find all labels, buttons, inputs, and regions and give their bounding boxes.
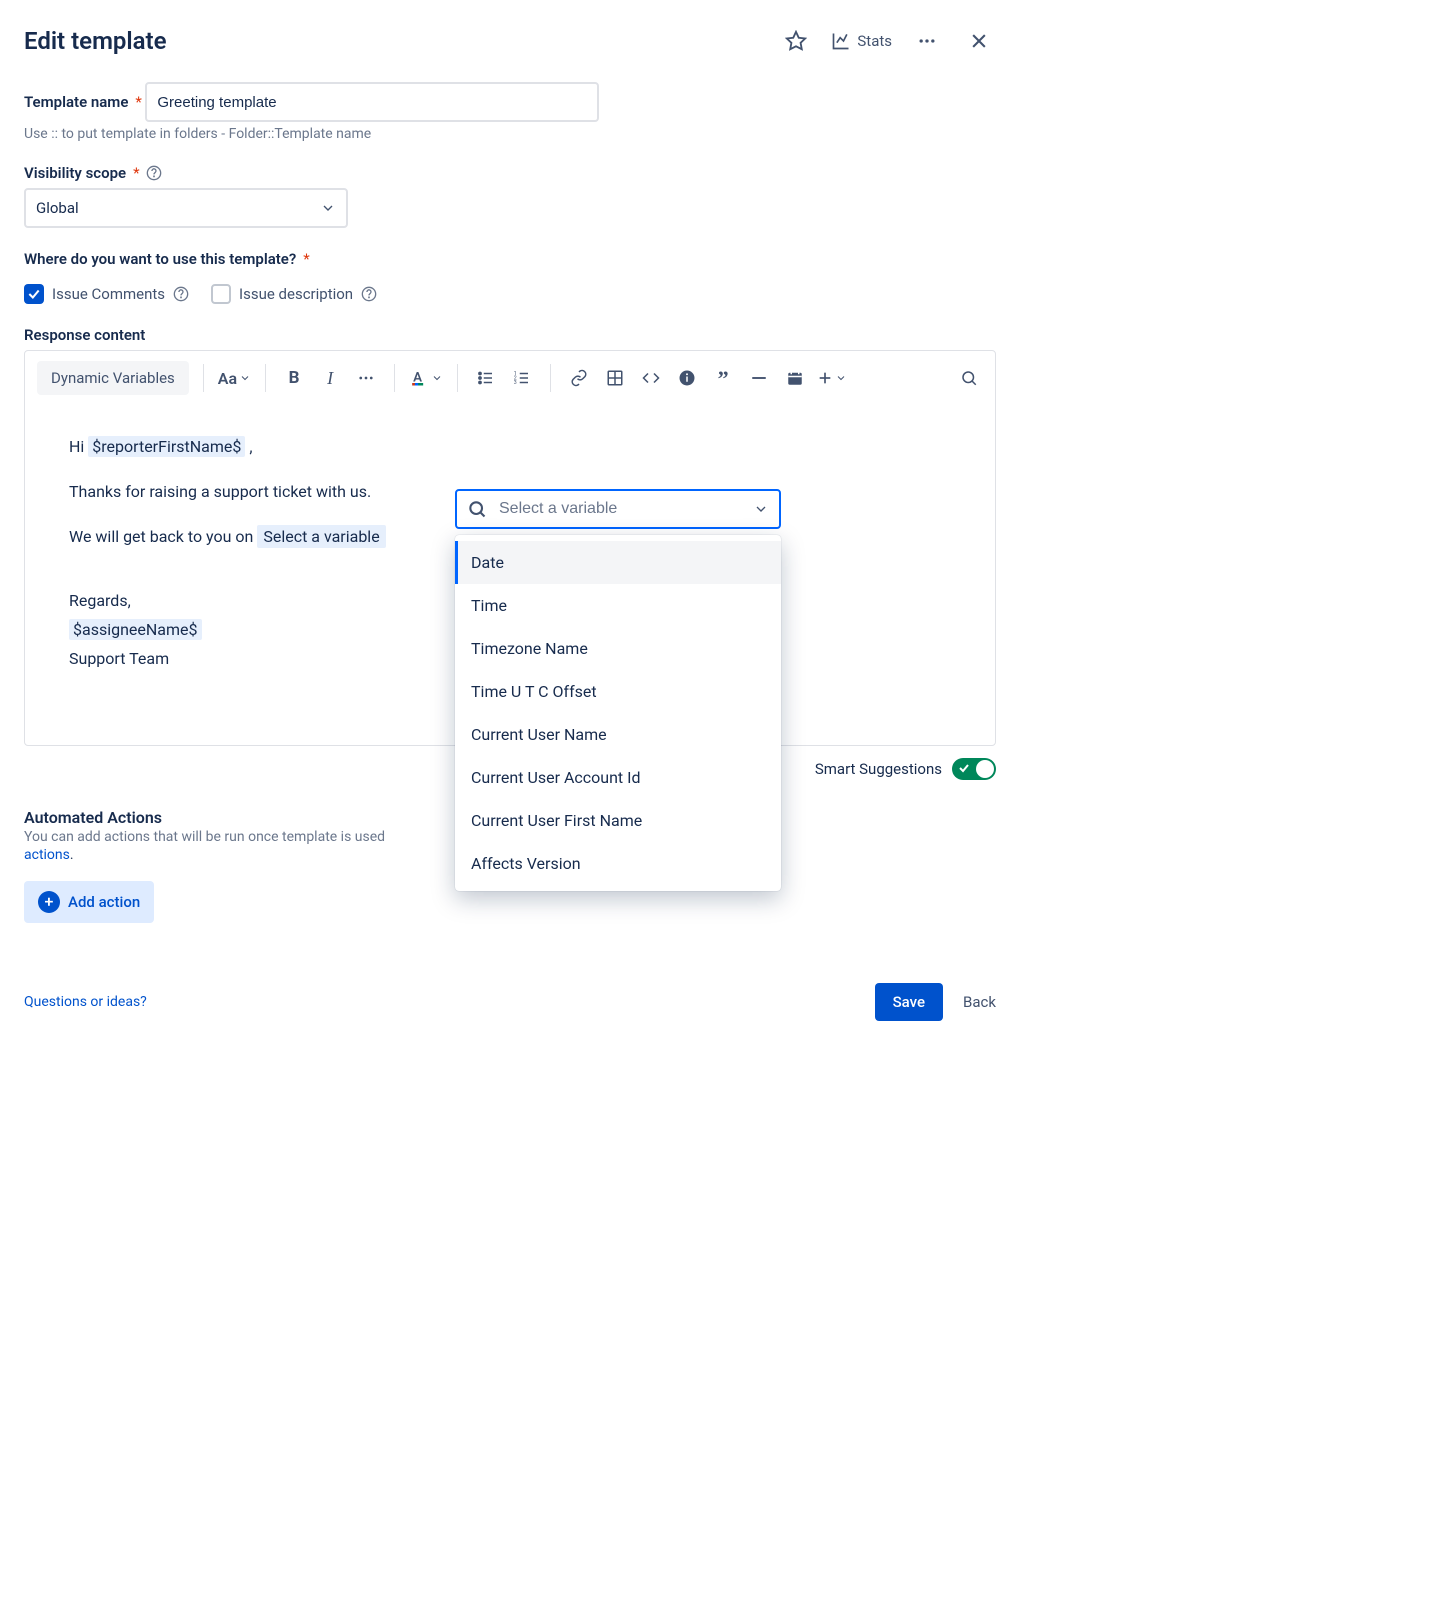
date-button[interactable] (781, 364, 809, 392)
search-icon (467, 499, 487, 519)
template-name-input[interactable] (145, 82, 599, 122)
editor-toolbar: Dynamic Variables Aa B I A (25, 351, 995, 405)
template-name-label: Template name* (24, 93, 142, 111)
variable-chip-assignee[interactable]: $assigneeName$ (69, 619, 202, 640)
checkbox-unchecked-icon (211, 284, 231, 304)
search-button[interactable] (955, 364, 983, 392)
questions-link[interactable]: Questions or ideas? (24, 994, 147, 1010)
issue-description-label: Issue description (239, 285, 353, 303)
response-editor: Dynamic Variables Aa B I A (24, 350, 996, 746)
stats-label: Stats (857, 32, 892, 50)
content-text: We will get back to you on (69, 527, 257, 546)
help-icon[interactable] (361, 286, 377, 302)
link-button[interactable] (565, 364, 593, 392)
add-action-label: Add action (68, 893, 140, 911)
issue-description-checkbox[interactable]: Issue description (211, 284, 377, 304)
variable-option-time[interactable]: Time (455, 584, 781, 627)
smart-suggestions-toggle[interactable] (952, 758, 996, 780)
variable-option-current-user-first-name[interactable]: Current User First Name (455, 799, 781, 842)
content-text: , (245, 437, 252, 456)
code-button[interactable] (637, 364, 665, 392)
variable-option-time-utc-offset[interactable]: Time U T C Offset (455, 670, 781, 713)
template-name-hint: Use :: to put template in folders - Fold… (24, 126, 996, 142)
info-button[interactable] (673, 364, 701, 392)
chevron-down-icon (753, 501, 769, 517)
close-icon[interactable] (962, 24, 996, 58)
variable-chip-reporter[interactable]: $reporterFirstName$ (88, 436, 245, 457)
variable-option-timezone-name[interactable]: Timezone Name (455, 627, 781, 670)
divider-button[interactable] (745, 364, 773, 392)
page-title: Edit template (24, 27, 167, 55)
help-icon[interactable] (173, 286, 189, 302)
smart-suggestions-label: Smart Suggestions (815, 760, 942, 778)
content-text: Hi (69, 437, 88, 456)
more-format-button[interactable] (352, 364, 380, 392)
more-icon[interactable] (910, 24, 944, 58)
bullet-list-button[interactable] (472, 364, 500, 392)
visibility-scope-select[interactable]: Global (24, 188, 348, 228)
help-icon[interactable] (146, 165, 162, 181)
variable-option-affects-version[interactable]: Affects Version (455, 842, 781, 885)
visibility-scope-label: Visibility scope* (24, 164, 162, 182)
variable-search-row[interactable] (455, 489, 781, 529)
table-button[interactable] (601, 364, 629, 392)
variable-option-date[interactable]: Date (455, 541, 781, 584)
usage-label: Where do you want to use this template?* (24, 250, 310, 268)
stats-button[interactable]: Stats (831, 31, 892, 51)
quote-button[interactable]: ” (709, 364, 737, 392)
issue-comments-label: Issue Comments (52, 285, 165, 303)
chevron-down-icon (320, 200, 336, 216)
variable-menu: Date Time Timezone Name Time U T C Offse… (455, 535, 781, 891)
variable-option-current-user-name[interactable]: Current User Name (455, 713, 781, 756)
visibility-scope-value: Global (36, 199, 79, 217)
dynamic-variables-button[interactable]: Dynamic Variables (37, 361, 189, 395)
response-content-label: Response content (24, 326, 145, 344)
back-button[interactable]: Back (963, 993, 996, 1011)
bold-button[interactable]: B (280, 364, 308, 392)
save-button[interactable]: Save (875, 983, 943, 1021)
text-color-button[interactable]: A (409, 364, 443, 392)
numbered-list-button[interactable]: 123 (508, 364, 536, 392)
issue-comments-checkbox[interactable]: Issue Comments (24, 284, 189, 304)
actions-link[interactable]: actions (24, 847, 70, 863)
svg-text:3: 3 (514, 380, 517, 386)
star-icon[interactable] (779, 24, 813, 58)
variable-option-current-user-account-id[interactable]: Current User Account Id (455, 756, 781, 799)
insert-button[interactable] (817, 364, 847, 392)
variable-dropdown: Date Time Timezone Name Time U T C Offse… (455, 489, 781, 891)
content-text: . (70, 847, 74, 863)
add-action-button[interactable]: + Add action (24, 881, 154, 923)
text-style-button[interactable]: Aa (218, 364, 251, 392)
checkbox-checked-icon (24, 284, 44, 304)
italic-button[interactable]: I (316, 364, 344, 392)
check-icon (958, 762, 970, 774)
variable-search-input[interactable] (497, 499, 743, 519)
variable-select-chip[interactable]: Select a variable (257, 525, 385, 548)
plus-icon: + (38, 891, 60, 913)
